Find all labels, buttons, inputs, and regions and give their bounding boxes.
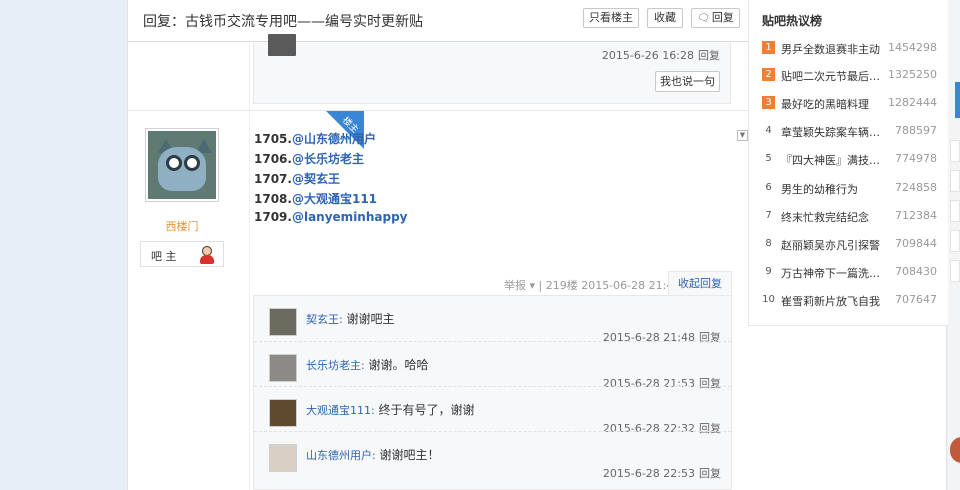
only-author-button[interactable]: 只看楼主 (583, 8, 639, 28)
subreply-text: 长乐坊老主: 谢谢。哈哈 (306, 358, 429, 372)
hot-topic-item[interactable]: 8 赵丽颖吴亦凡引探警 709844 (762, 234, 937, 261)
subreply-avatar[interactable] (269, 444, 297, 472)
author-avatar[interactable] (145, 128, 219, 202)
user-mention-link[interactable]: @lanyeminhappy (292, 210, 408, 224)
hot-topic-item[interactable]: 5 『四大神医』满技惊人 774978 (762, 149, 937, 176)
subreply-item: 大观通宝111: 终于有号了，谢谢 2015-6-28 22:32 回复 (254, 386, 731, 435)
subreply-username[interactable]: 大观通宝111: (306, 404, 375, 417)
favorite-button[interactable]: 收藏 (647, 8, 683, 28)
speech-bubble-icon: 🗨 (697, 13, 710, 24)
user-mention-link[interactable]: @长乐坊老主 (292, 152, 364, 166)
page: 回复：古钱币交流专用吧——编号实时更新贴 只看楼主 收藏 🗨 回复 2015-6-… (127, 0, 948, 490)
hot-topic-item[interactable]: 7 终末忙救完结纪念 712384 (762, 206, 937, 233)
subreply-item: 山东德州用户: 谢谢吧主！ 2015-6-28 22:53 回复 (254, 431, 731, 480)
edge-accent-tab[interactable] (955, 82, 960, 118)
owl-avatar-image (148, 131, 216, 199)
user-mention-link[interactable]: @契玄王 (292, 172, 340, 186)
subreply-text: 契玄王: 谢谢吧主 (306, 312, 395, 326)
sidebar-title: 贴吧热议榜 (762, 14, 823, 28)
collapse-replies-button[interactable]: 收起回复 (668, 271, 732, 296)
user-mention-link[interactable]: @大观通宝111 (292, 192, 377, 206)
hot-topic-item[interactable]: 2 贴吧二次元节最后决战 1325250 (762, 65, 937, 92)
hot-topic-item[interactable]: 3 最好吃的黑暗料理 1282444 (762, 93, 937, 120)
bazhu-badge-label: 吧 主 (151, 250, 177, 263)
subreply-username[interactable]: 山东德州用户: (306, 449, 376, 462)
post-line: 1705.@山东德州用户 (254, 132, 376, 146)
reply-button-label: 回复 (711, 11, 734, 24)
hot-topics-sidebar: 贴吧热议榜 1 男乒全数退赛非主动 1454298 2 贴吧二次元节最后决战 13252… (748, 0, 948, 326)
hot-topic-item[interactable]: 9 万古神帝下一篇洗白… 708430 (762, 262, 937, 289)
thread-header: 回复：古钱币交流专用吧——编号实时更新贴 只看楼主 收藏 🗨 回复 (128, 0, 748, 42)
subreply-time: 2015-6-28 22:53 回复 (602, 467, 721, 480)
edge-toolbar-cell[interactable] (950, 260, 960, 282)
subreply-reply-link[interactable]: 回复 (699, 467, 721, 480)
thread-title: 回复：古钱币交流专用吧——编号实时更新贴 (143, 14, 423, 30)
user-mention-link[interactable]: @山东德州用户 (292, 132, 376, 146)
edge-toolbar-cell[interactable] (950, 230, 960, 252)
hot-topic-item[interactable]: 10 崔雪莉新片放飞自我 707647 (762, 290, 937, 317)
post-meta[interactable]: 举报 ▾ | 219楼 2015-06-28 21:47 (504, 277, 680, 293)
post-line: 1706.@长乐坊老主 (254, 152, 364, 166)
subreply-item: 契玄王: 谢谢吧主 2015-6-28 21:48 回复 (254, 296, 731, 344)
bazhu-badge[interactable]: 吧 主 (140, 241, 224, 267)
subreply-time: 2015-6-26 16:28 回复 (601, 49, 720, 62)
subreply-reply-link[interactable]: 回复 (698, 49, 720, 62)
previous-subreply-box: 2015-6-26 16:28 回复 我也说一句 (253, 34, 731, 104)
hot-topic-item[interactable]: 6 男生的幼稚行为 724858 (762, 178, 937, 205)
edge-toolbar-cell[interactable] (950, 140, 960, 162)
hot-topic-item[interactable]: 4 章莹颖失踪案车辆找到 788597 (762, 121, 937, 148)
subreply-text: 大观通宝111: 终于有号了，谢谢 (306, 403, 475, 417)
subreply-username[interactable]: 长乐坊老主: (306, 359, 365, 372)
post-menu-chevron-icon[interactable]: ▼ (737, 130, 748, 141)
post-line: 1707.@契玄王 (254, 172, 340, 186)
subreply-avatar[interactable] (268, 34, 296, 56)
post-line: 1709.@lanyeminhappy (254, 210, 408, 224)
edge-toolbar-cell[interactable] (950, 200, 960, 222)
say-something-button[interactable]: 我也说一句 (655, 71, 720, 92)
reply-button[interactable]: 🗨 回复 (691, 8, 740, 28)
subreply-avatar[interactable] (269, 399, 297, 427)
author-name[interactable]: 西楼门 (145, 218, 219, 234)
post-divider (128, 110, 748, 111)
user-icon (198, 245, 216, 265)
subreply-username[interactable]: 契玄王: (306, 313, 343, 326)
post-line: 1708.@大观通宝111 (254, 192, 378, 206)
edge-toolbar-cell[interactable] (950, 170, 960, 192)
subreply-avatar[interactable] (269, 308, 297, 336)
subreply-list: 契玄王: 谢谢吧主 2015-6-28 21:48 回复 长乐坊老主: 谢谢。哈哈… (253, 295, 732, 490)
subreply-text: 山东德州用户: 谢谢吧主！ (306, 448, 440, 462)
hot-topic-item[interactable]: 1 男乒全数退赛非主动 1454298 (762, 38, 937, 65)
subreply-avatar[interactable] (269, 354, 297, 382)
post-content: 1705.@山东德州用户 1706.@长乐坊老主 1707.@契玄王 1708.… (254, 130, 408, 230)
subreply-item: 长乐坊老主: 谢谢。哈哈 2015-6-28 21:53 回复 (254, 341, 731, 390)
